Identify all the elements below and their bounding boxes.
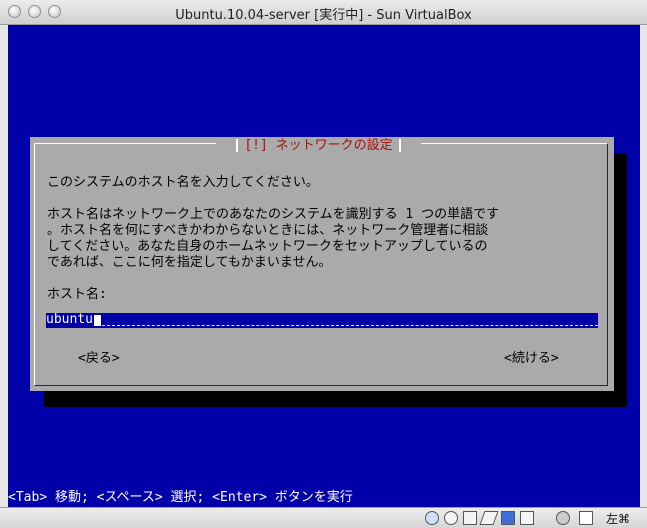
text-cursor xyxy=(94,315,101,326)
mouse-icon[interactable] xyxy=(556,511,570,525)
installer-help-text: <Tab> 移動; <スペース> 選択; <Enter> ボタンを実行 xyxy=(8,490,353,505)
window-title: Ubuntu.10.04-server [実行中] - Sun VirtualB… xyxy=(175,8,472,23)
network-icon[interactable] xyxy=(463,511,477,525)
installer-help-bar: <Tab> 移動; <スペース> 選択; <Enter> ボタンを実行 xyxy=(8,489,640,507)
continue-button[interactable]: <続ける> xyxy=(504,347,559,366)
keyboard-capture-icon[interactable] xyxy=(579,511,593,525)
hdd-icon[interactable] xyxy=(425,511,439,525)
window-titlebar[interactable]: Ubuntu.10.04-server [実行中] - Sun VirtualB… xyxy=(0,0,647,25)
back-button[interactable]: <戻る> xyxy=(78,347,120,366)
vbox-status-bar: 左⌘ xyxy=(0,507,647,528)
usb-icon[interactable] xyxy=(479,511,499,525)
hostname-input-value: ubuntu xyxy=(46,312,93,327)
hostname-prompt: このシステムのホスト名を入力してください。 xyxy=(47,175,319,190)
hostname-field-label: ホスト名: xyxy=(47,287,107,302)
description-line-4: であれば、ここに何を指定してもかまいません。 xyxy=(47,255,332,270)
dialog-title-text: [!] ネットワークの設定 xyxy=(244,138,393,153)
hostname-input[interactable]: ubuntu xyxy=(46,312,598,328)
cd-icon[interactable] xyxy=(444,511,458,525)
cpu-icon[interactable] xyxy=(520,511,534,525)
shared-folder-icon[interactable] xyxy=(501,511,515,525)
input-fill-line xyxy=(102,325,598,326)
host-key-label: 左⌘ xyxy=(606,512,631,526)
dialog-title: [!] ネットワークの設定 xyxy=(216,137,421,154)
